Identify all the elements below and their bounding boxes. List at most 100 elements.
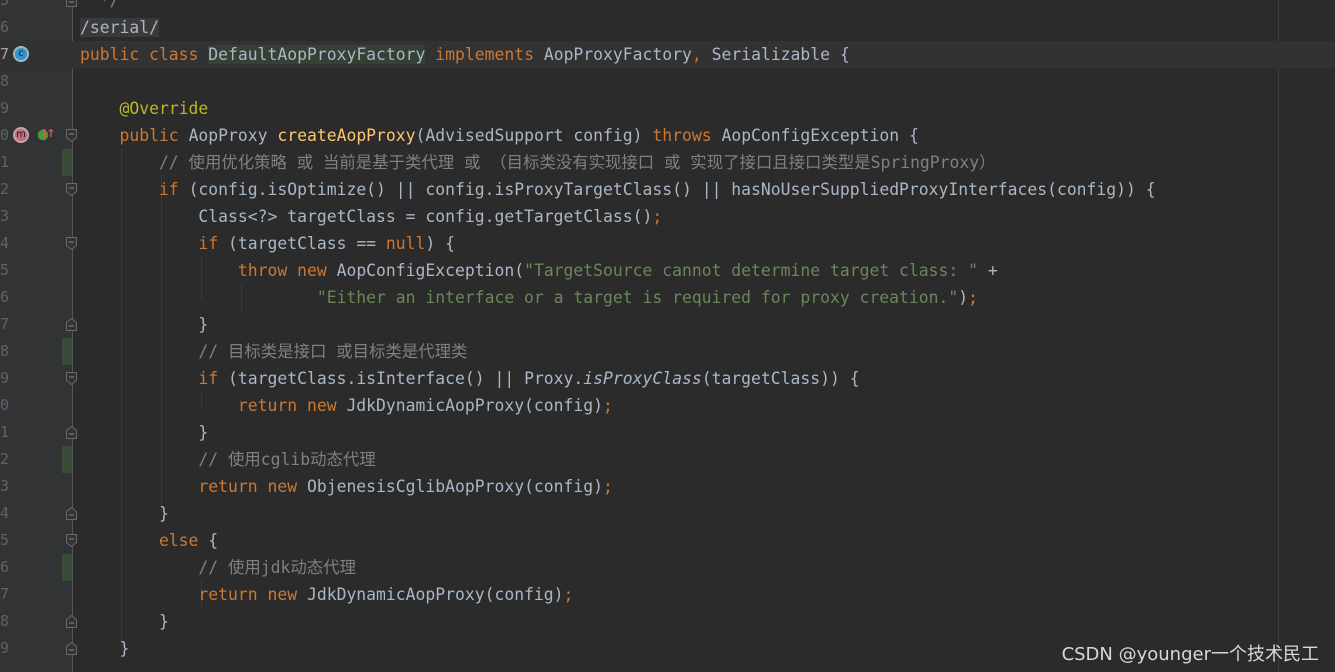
code-token-kw: return new (80, 585, 307, 604)
code-line[interactable]: 10 public AopProxy createAopProxy(Advise… (0, 122, 1335, 149)
code-line[interactable]: 19 if (targetClass.isInterface() || Prox… (0, 365, 1335, 392)
code-line[interactable]: 25 else { (0, 527, 1335, 554)
code-token-kw: return new (80, 477, 307, 496)
fold-collapse-icon[interactable] (66, 129, 77, 142)
code-token-txt: AopConfigException { (721, 126, 919, 145)
code-text: Class<?> targetClass = config.getTargetC… (80, 203, 662, 230)
code-text: else { (80, 527, 218, 554)
line-number: 26 (0, 558, 9, 576)
code-token-kw: ; (652, 207, 663, 226)
fold-end-icon[interactable] (66, 318, 77, 331)
class-implements-icon[interactable]: c (13, 46, 29, 62)
code-token-kw: throws (652, 126, 722, 145)
code-token-kw: ; (968, 288, 979, 307)
code-token-txt: AopProxyFactory (543, 45, 692, 64)
code-line[interactable]: 8 (0, 68, 1335, 95)
fold-collapse-icon[interactable] (66, 534, 77, 547)
code-token-kw: , (691, 45, 712, 64)
line-number: 27 (0, 585, 9, 603)
code-token-an: @Override (119, 99, 209, 118)
code-token-txt: + (987, 261, 998, 280)
code-text: } (80, 608, 169, 635)
code-token-kw: ; (603, 477, 613, 496)
code-token-txt: ) { (425, 234, 456, 253)
change-marker[interactable] (62, 446, 72, 473)
watermark: CSDN @younger一个技术民工 (1061, 644, 1319, 665)
code-text: } (80, 500, 169, 527)
code-token-txt: Class<?> targetClass = config.getTargetC… (80, 207, 653, 226)
code-line[interactable]: 11 // 使用优化策略 或 当前是基于类代理 或 （目标类没有实现接口 或 实… (0, 149, 1335, 176)
code-text: } (80, 311, 208, 338)
code-text: /serial/ (80, 14, 159, 41)
code-line[interactable]: 27 return new JdkDynamicAopProxy(config)… (0, 581, 1335, 608)
code-line[interactable]: 26 // 使用jdk动态代理 (0, 554, 1335, 581)
code-token-txt: (targetClass == (228, 234, 386, 253)
change-marker[interactable] (62, 554, 72, 581)
code-line[interactable]: 12 if (config.isOptimize() || config.isP… (0, 176, 1335, 203)
code-token-kw: if (80, 234, 229, 253)
method-implements-icon[interactable]: m (13, 127, 29, 143)
implements-interface-method-icon[interactable]: I↑ (38, 128, 60, 144)
code-line[interactable]: 15 throw new AopConfigException("TargetS… (0, 257, 1335, 284)
code-token-txt: } (80, 612, 169, 631)
code-line[interactable]: 17 } (0, 311, 1335, 338)
code-token-txt: JdkDynamicAopProxy(config) (306, 585, 564, 604)
line-number: 17 (0, 315, 9, 333)
code-token-txt: } (80, 423, 209, 442)
line-number: 18 (0, 342, 9, 360)
line-number: 28 (0, 612, 9, 630)
code-token-kw: else (80, 531, 209, 550)
code-text: return new ObjenesisCglibAopProxy(config… (80, 473, 613, 500)
change-marker[interactable] (62, 149, 72, 176)
code-line[interactable]: 7 public class DefaultAopProxyFactory imp… (0, 41, 1335, 68)
line-number: 14 (0, 234, 9, 252)
code-line[interactable]: 14 if (targetClass == null) { (0, 230, 1335, 257)
line-number: 15 (0, 261, 9, 279)
fold-collapse-icon[interactable] (66, 372, 77, 385)
code-token-kw: public class (80, 45, 209, 64)
fold-end-icon[interactable] (66, 507, 77, 520)
fold-end-icon[interactable] (66, 642, 77, 655)
code-line[interactable]: 28 } (0, 608, 1335, 635)
code-token-txt: JdkDynamicAopProxy(config) (346, 396, 604, 415)
code-line[interactable]: 18 // 目标类是接口 或目标类是代理类 (0, 338, 1335, 365)
code-text: if (targetClass == null) { (80, 230, 455, 257)
change-marker[interactable] (62, 338, 72, 365)
code-line[interactable]: 5 */ (0, 0, 1335, 14)
line-number: 10 (0, 126, 9, 144)
code-text: return new JdkDynamicAopProxy(config); (80, 581, 573, 608)
code-token-kw: throw new (80, 261, 337, 280)
code-token-fn: createAopProxy (277, 126, 416, 145)
code-line[interactable]: 6/serial/ (0, 14, 1335, 41)
code-text: if (targetClass.isInterface() || Proxy.i… (80, 365, 859, 392)
code-token-kw: if (80, 369, 229, 388)
code-text: throw new AopConfigException("TargetSour… (80, 257, 998, 284)
line-number: 9 (0, 99, 9, 117)
code-text: // 目标类是接口 或目标类是代理类 (80, 338, 467, 365)
fold-collapse-icon[interactable] (66, 183, 77, 196)
code-text: public class DefaultAopProxyFactory impl… (80, 41, 850, 68)
code-line[interactable]: 16 "Either an interface or a target is r… (0, 284, 1335, 311)
fold-collapse-icon[interactable] (66, 237, 77, 250)
fold-end-icon[interactable] (66, 615, 77, 628)
code-token-cm: // 使用jdk动态代理 (80, 558, 356, 577)
code-line[interactable]: 22 // 使用cglib动态代理 (0, 446, 1335, 473)
code-token-kw: return new (80, 396, 347, 415)
fold-end-icon[interactable] (66, 426, 77, 439)
code-line[interactable]: 13 Class<?> targetClass = config.getTarg… (0, 203, 1335, 230)
fold-end-icon[interactable] (66, 0, 77, 7)
line-number: 21 (0, 423, 9, 441)
code-token-txt: } (80, 504, 169, 523)
code-token-txt: AopConfigException( (336, 261, 525, 280)
code-token-it: isProxyClass (583, 369, 702, 388)
line-number: 8 (0, 72, 9, 90)
code-token-txt: AopProxy (188, 126, 278, 145)
code-token-hl: DefaultAopProxyFactory (208, 45, 426, 64)
code-line[interactable]: 20 return new JdkDynamicAopProxy(config)… (0, 392, 1335, 419)
code-text: "Either an interface or a target is requ… (80, 284, 978, 311)
code-line[interactable]: 21 } (0, 419, 1335, 446)
code-line[interactable]: 9 @Override (0, 95, 1335, 122)
code-line[interactable]: 23 return new ObjenesisCglibAopProxy(con… (0, 473, 1335, 500)
code-line[interactable]: 24 } (0, 500, 1335, 527)
line-number: 25 (0, 531, 9, 549)
